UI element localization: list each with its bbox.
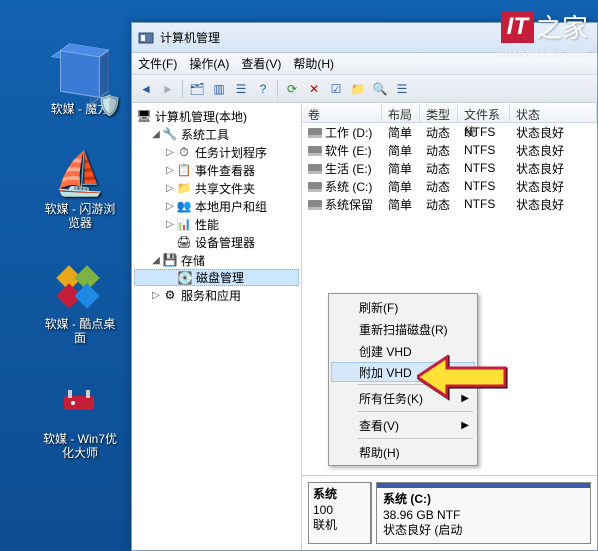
- menu-action[interactable]: 操作(A): [189, 55, 229, 72]
- col-volume[interactable]: 卷: [302, 103, 382, 122]
- expand-icon[interactable]: ▷: [164, 219, 176, 230]
- help-icon[interactable]: ?: [255, 81, 271, 97]
- computer-icon: 🖥: [136, 108, 152, 124]
- desktop-icon-label: 软媒 - 酷点桌面: [40, 317, 120, 346]
- disk-icon: 💽: [177, 270, 193, 286]
- submenu-arrow-icon: ▶: [461, 420, 469, 431]
- expand-icon[interactable]: ▷: [150, 290, 162, 301]
- col-status[interactable]: 状态: [510, 103, 597, 122]
- tree-scheduler[interactable]: ▷⏱任务计划程序: [134, 143, 299, 161]
- col-fs[interactable]: 文件系统: [458, 103, 510, 122]
- expand-icon[interactable]: ▷: [164, 147, 176, 158]
- partition: 系统 (C:) 38.96 GB NTF 状态良好 (启动: [377, 483, 590, 543]
- perf-icon: 📊: [176, 216, 192, 232]
- tree-perf[interactable]: ▷📊性能: [134, 215, 299, 233]
- volume-icon: [308, 200, 322, 210]
- partition-box[interactable]: 系统 (C:) 38.96 GB NTF 状态良好 (启动: [376, 482, 591, 544]
- disk-label: 系统 100 联机: [309, 483, 371, 543]
- storage-icon: 💾: [162, 252, 178, 268]
- settings-icon[interactable]: ☑: [328, 81, 344, 97]
- volume-row[interactable]: 生活 (E:)简单动态NTFS状态良好: [302, 159, 597, 177]
- desktop-icon[interactable]: 软媒 - Win7优化大师: [40, 380, 120, 461]
- separator: [357, 438, 473, 439]
- search-icon[interactable]: 🔍: [372, 81, 388, 97]
- gear-icon: ⚙: [162, 287, 178, 303]
- desktop-icon[interactable]: 🛡️ 软媒 - 魔方: [40, 50, 120, 116]
- col-layout[interactable]: 布局: [382, 103, 420, 122]
- tree-event[interactable]: ▷📋事件查看器: [134, 161, 299, 179]
- volume-row[interactable]: 系统保留简单动态NTFS状态良好: [302, 195, 597, 213]
- tree-root[interactable]: 🖥计算机管理(本地): [134, 107, 299, 125]
- separator: [357, 411, 473, 412]
- desktop-icon[interactable]: 软媒 - 酷点桌面: [40, 265, 120, 346]
- window-title: 计算机管理: [160, 29, 220, 46]
- tools-icon: 🔧: [162, 126, 178, 142]
- volume-icon: [308, 146, 322, 156]
- device-icon: 🖨: [176, 234, 192, 250]
- disk-graphic: 系统 100 联机 系统 (C:) 38.96 GB NTF 状态良好 (启动: [302, 475, 597, 550]
- props-icon[interactable]: ☰: [233, 81, 249, 97]
- watermark-cn: 之家: [536, 8, 588, 45]
- callout-arrow-icon: [417, 352, 507, 405]
- expand-icon[interactable]: ▷: [164, 183, 176, 194]
- ctx-refresh[interactable]: 刷新(F): [331, 296, 475, 318]
- compmgmt-window: 计算机管理 文件(F) 操作(A) 查看(V) 帮助(H) ◄ ► 🗂 ▥ ☰ …: [131, 22, 598, 551]
- forward-icon[interactable]: ►: [160, 81, 176, 97]
- disk-box[interactable]: 系统 100 联机: [308, 482, 372, 544]
- tree-shared[interactable]: ▷📁共享文件夹: [134, 179, 299, 197]
- tree-storage[interactable]: ◢💾存储: [134, 251, 299, 269]
- watermark-logo: IT 之家: [501, 8, 588, 45]
- volume-header: 卷 布局 类型 文件系统 状态: [302, 103, 597, 123]
- folder-icon[interactable]: 📁: [350, 81, 366, 97]
- share-icon: 📁: [176, 180, 192, 196]
- ctx-view[interactable]: 查看(V)▶: [331, 414, 475, 436]
- app-icon: [138, 30, 154, 46]
- delete-icon[interactable]: ✕: [306, 81, 322, 97]
- watermark-it: IT: [501, 11, 534, 43]
- collapse-icon[interactable]: ◢: [150, 255, 162, 266]
- col-type[interactable]: 类型: [420, 103, 458, 122]
- cube-icon: 🛡️: [56, 50, 104, 98]
- volume-icon: [308, 128, 322, 138]
- desktop-icon[interactable]: ⛵ 软媒 - 闪游浏览器: [40, 150, 120, 231]
- watermark-url: www.ithome.com: [497, 47, 588, 61]
- tree-devmgr[interactable]: 🖨设备管理器: [134, 233, 299, 251]
- collapse-icon[interactable]: ◢: [150, 129, 162, 140]
- menu-view[interactable]: 查看(V): [241, 55, 281, 72]
- volume-row[interactable]: 工作 (D:)简单动态NTFS状态良好: [302, 123, 597, 141]
- watermark: IT 之家 www.ithome.com: [497, 8, 588, 61]
- volume-icon: [308, 164, 322, 174]
- panel-icon[interactable]: ▥: [211, 81, 227, 97]
- users-icon: 👥: [176, 198, 192, 214]
- desktop-icon-label: 软媒 - Win7优化大师: [40, 432, 120, 461]
- tree-systools[interactable]: ◢🔧系统工具: [134, 125, 299, 143]
- ctx-help[interactable]: 帮助(H): [331, 441, 475, 463]
- tree-users[interactable]: ▷👥本地用户和组: [134, 197, 299, 215]
- back-icon[interactable]: ◄: [138, 81, 154, 97]
- tree-services[interactable]: ▷⚙服务和应用: [134, 286, 299, 304]
- up-icon[interactable]: 🗂: [189, 81, 205, 97]
- volume-row[interactable]: 系统 (C:)简单动态NTFS状态良好: [302, 177, 597, 195]
- clock-icon: ⏱: [176, 144, 192, 160]
- volume-icon: [308, 182, 322, 192]
- list-icon[interactable]: ☰: [394, 81, 410, 97]
- cubes-icon: [56, 265, 104, 313]
- event-icon: 📋: [176, 162, 192, 178]
- nav-tree: 🖥计算机管理(本地) ◢🔧系统工具 ▷⏱任务计划程序 ▷📋事件查看器 ▷📁共享文…: [132, 103, 302, 550]
- menu-help[interactable]: 帮助(H): [293, 55, 334, 72]
- ctx-rescan[interactable]: 重新扫描磁盘(R): [331, 318, 475, 340]
- expand-icon[interactable]: ▷: [164, 201, 176, 212]
- refresh-icon[interactable]: ⟳: [284, 81, 300, 97]
- volume-row[interactable]: 软件 (E:)简单动态NTFS状态良好: [302, 141, 597, 159]
- menu-file[interactable]: 文件(F): [138, 55, 177, 72]
- expand-icon[interactable]: ▷: [164, 165, 176, 176]
- desktop-icon-label: 软媒 - 闪游浏览器: [40, 202, 120, 231]
- tree-diskmgr[interactable]: 💽磁盘管理: [134, 269, 299, 286]
- sail-icon: ⛵: [56, 150, 104, 198]
- knife-icon: [56, 380, 104, 428]
- toolbar: ◄ ► 🗂 ▥ ☰ ? ⟳ ✕ ☑ 📁 🔍 ☰: [132, 75, 597, 103]
